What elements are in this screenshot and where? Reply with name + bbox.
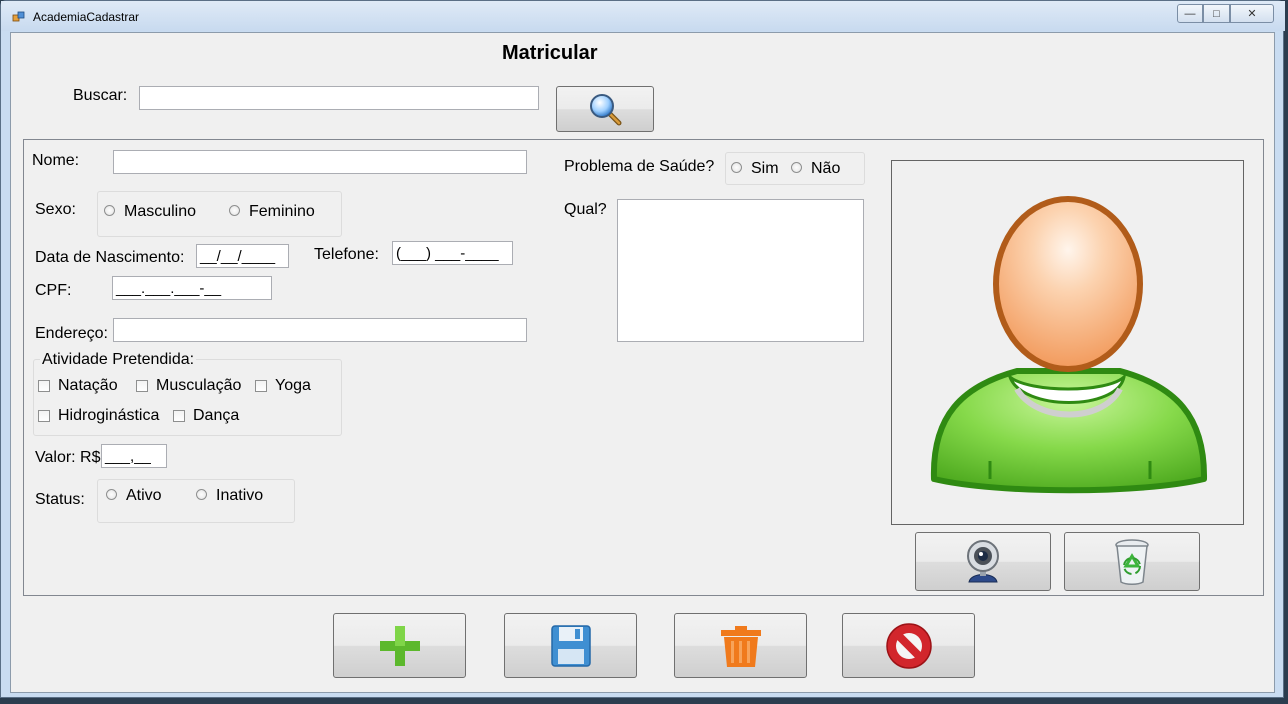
cpf-label: CPF: xyxy=(35,282,72,299)
floppy-disk-icon xyxy=(550,624,591,667)
masculino-radio[interactable] xyxy=(104,205,115,216)
inativo-radio[interactable] xyxy=(196,489,207,500)
hidroginastica-checkbox[interactable] xyxy=(38,410,50,422)
danca-label[interactable]: Dança xyxy=(193,407,239,425)
maximize-icon: □ xyxy=(1213,7,1220,20)
valor-input[interactable]: ___,__ xyxy=(101,444,167,468)
saude-label: Problema de Saúde? xyxy=(564,158,715,175)
photo-box[interactable] xyxy=(891,160,1244,525)
nome-label: Nome: xyxy=(32,152,80,169)
sim-label[interactable]: Sim xyxy=(751,160,779,178)
masculino-label[interactable]: Masculino xyxy=(124,203,196,221)
telefone-label: Telefone: xyxy=(314,246,379,263)
save-button[interactable] xyxy=(504,613,637,678)
valor-label: Valor: R$ xyxy=(35,449,101,466)
search-button[interactable] xyxy=(556,86,654,132)
search-input[interactable] xyxy=(139,86,539,110)
search-label: Buscar: xyxy=(73,87,128,104)
natacao-label[interactable]: Natação xyxy=(58,377,118,395)
close-icon: ✕ xyxy=(1247,8,1257,20)
sim-radio[interactable] xyxy=(731,162,742,173)
nome-input[interactable] xyxy=(113,150,527,174)
ativo-label[interactable]: Ativo xyxy=(126,487,162,505)
user-avatar-icon xyxy=(930,196,1208,494)
magnifier-icon xyxy=(590,94,622,126)
ativo-radio[interactable] xyxy=(106,489,117,500)
danca-checkbox[interactable] xyxy=(173,410,185,422)
inativo-label[interactable]: Inativo xyxy=(216,487,263,505)
yoga-label[interactable]: Yoga xyxy=(275,377,311,395)
musculacao-label[interactable]: Musculação xyxy=(156,377,241,395)
natacao-checkbox[interactable] xyxy=(38,380,50,392)
delete-button[interactable] xyxy=(674,613,807,678)
webcam-icon xyxy=(967,539,999,582)
endereco-label: Endereço: xyxy=(35,325,108,342)
endereco-input[interactable] xyxy=(113,318,527,342)
page-title: Matricular xyxy=(502,42,598,64)
add-button[interactable] xyxy=(333,613,466,678)
cancel-icon xyxy=(885,622,932,669)
musculacao-checkbox[interactable] xyxy=(136,380,148,392)
nascimento-input[interactable]: __/__/____ xyxy=(196,244,289,268)
nao-radio[interactable] xyxy=(791,162,802,173)
hidroginastica-label[interactable]: Hidroginástica xyxy=(58,407,159,425)
yoga-checkbox[interactable] xyxy=(255,380,267,392)
minimize-button[interactable]: — xyxy=(1177,4,1203,23)
recycle-bin-icon xyxy=(1115,538,1149,585)
nao-label[interactable]: Não xyxy=(811,160,840,178)
trash-icon xyxy=(720,625,761,667)
atividade-legend: Atividade Pretendida: xyxy=(40,351,197,369)
app-icon xyxy=(12,11,25,22)
qual-label: Qual? xyxy=(564,201,607,218)
close-button[interactable]: ✕ xyxy=(1230,4,1274,23)
title-bar: AcademiaCadastrar — □ ✕ xyxy=(1,1,1285,31)
telefone-input[interactable]: (___) ___-____ xyxy=(392,241,513,265)
feminino-radio[interactable] xyxy=(229,205,240,216)
cancel-button[interactable] xyxy=(842,613,975,678)
sexo-label: Sexo: xyxy=(35,201,76,218)
feminino-label[interactable]: Feminino xyxy=(249,203,315,221)
plus-icon xyxy=(379,625,420,666)
window-title: AcademiaCadastrar xyxy=(33,10,140,24)
nascimento-label: Data de Nascimento: xyxy=(35,249,185,266)
webcam-button[interactable] xyxy=(915,532,1051,591)
maximize-button[interactable]: □ xyxy=(1203,4,1230,23)
clear-photo-button[interactable] xyxy=(1064,532,1200,591)
minimize-icon: — xyxy=(1184,7,1196,20)
cpf-input[interactable]: ___.___.___-__ xyxy=(112,276,272,300)
status-label: Status: xyxy=(35,491,85,508)
qual-textarea[interactable] xyxy=(617,199,864,342)
